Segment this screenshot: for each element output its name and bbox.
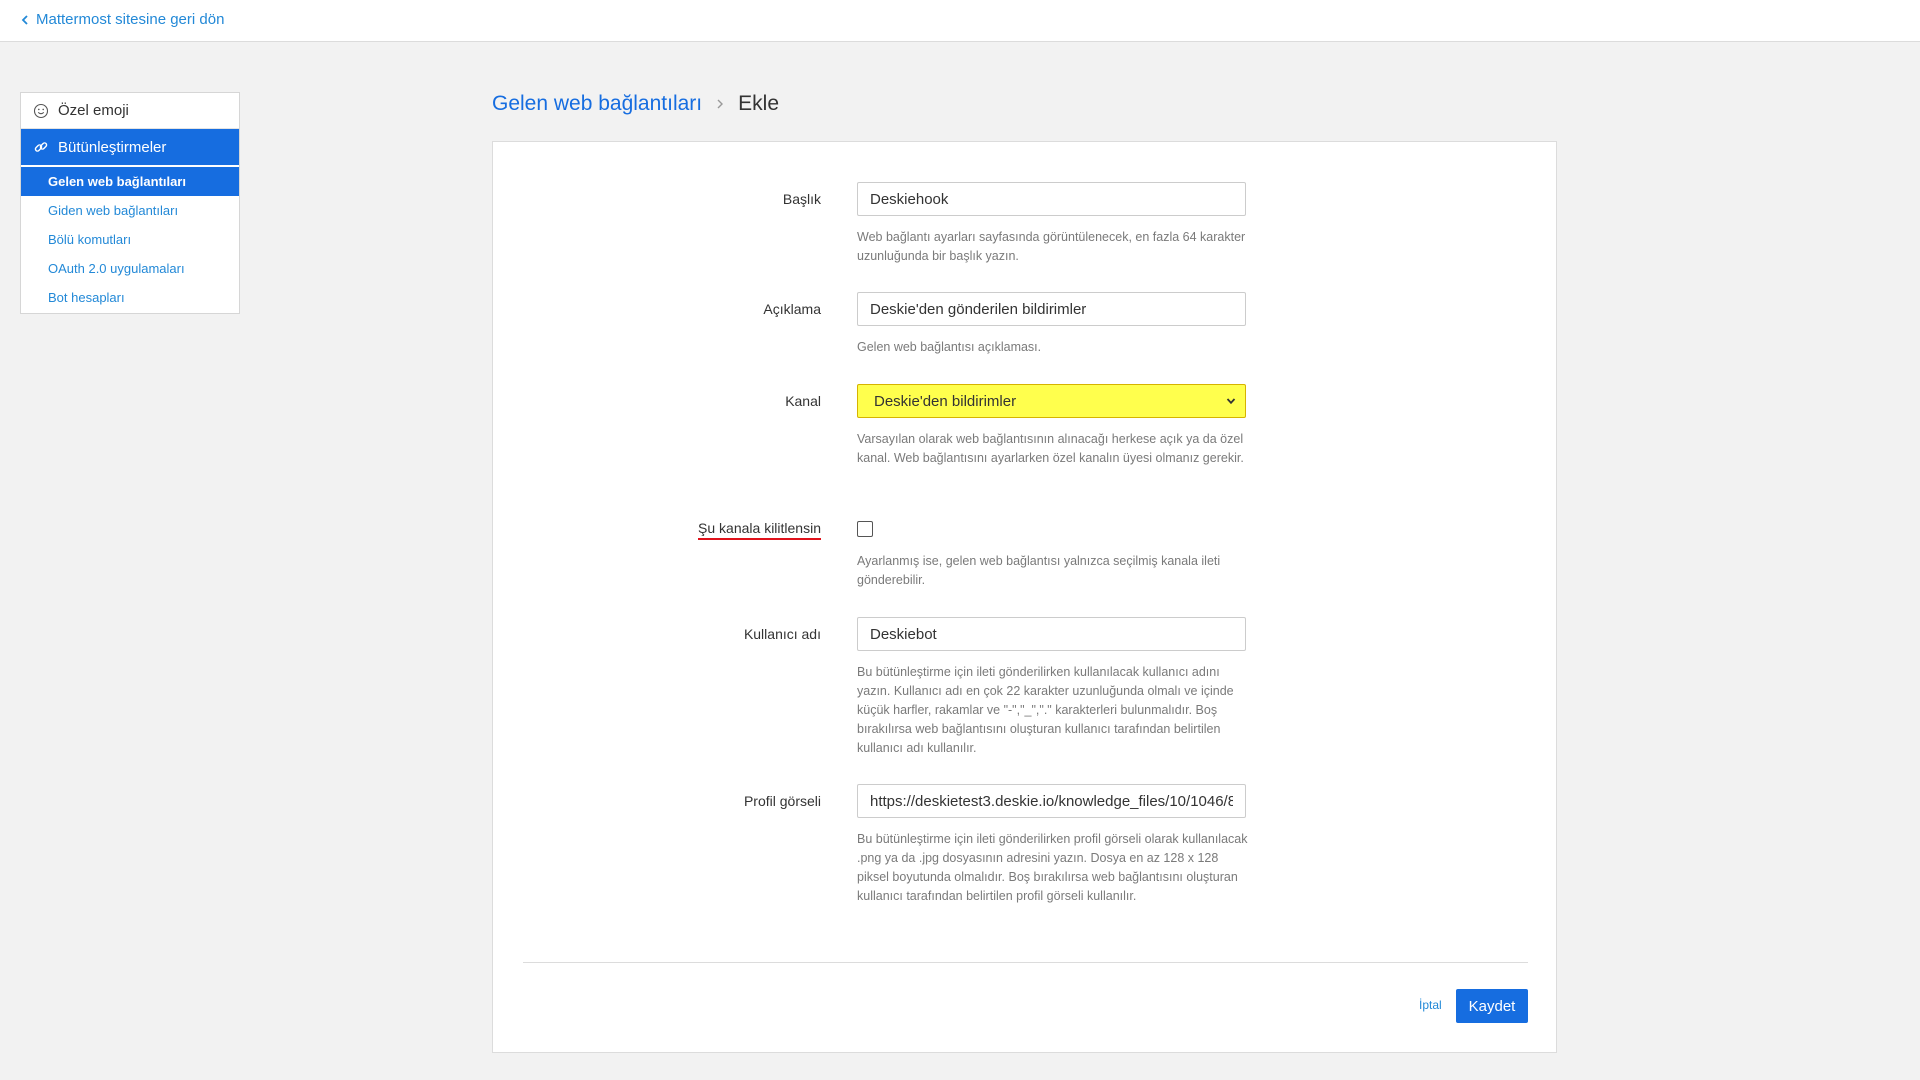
- title-control: Web bağlantı ayarları sayfasında görüntü…: [857, 182, 1246, 266]
- lock-channel-label: Şu kanala kilitlensin: [698, 520, 821, 540]
- username-control: Bu bütünleştirme için ileti gönderilirke…: [857, 617, 1246, 758]
- sidebar-item-label: Giden web bağlantıları: [48, 203, 179, 218]
- chevron-left-icon: [21, 14, 28, 25]
- profile-image-help: Bu bütünleştirme için ileti gönderilirke…: [857, 832, 1248, 903]
- form-footer-divider: [523, 962, 1528, 963]
- lock-channel-checkbox[interactable]: [857, 521, 873, 537]
- back-link-label: Mattermost sitesine geri dön: [36, 11, 225, 28]
- breadcrumb: Gelen web bağlantıları Ekle: [492, 92, 779, 116]
- username-help: Bu bütünleştirme için ileti gönderilirke…: [857, 665, 1234, 755]
- sidebar-item-label: Gelen web bağlantıları: [48, 174, 186, 189]
- breadcrumb-parent-link[interactable]: Gelen web bağlantıları: [492, 92, 702, 116]
- sidebar-item-outgoing-webhooks[interactable]: Giden web bağlantıları: [21, 196, 239, 225]
- title-label: Başlık: [782, 191, 821, 207]
- sidebar-section-label: Özel emoji: [58, 102, 129, 119]
- link-icon: [34, 142, 48, 152]
- sidebar: Özel emoji Bütünleştirmeler Gelen web ba…: [20, 92, 240, 314]
- profile-image-input[interactable]: [857, 784, 1246, 818]
- description-label: Açıklama: [763, 301, 821, 317]
- channel-select[interactable]: Deskie'den bildirimler: [857, 384, 1246, 418]
- sidebar-item-label: Bölü komutları: [48, 232, 132, 247]
- profile-image-label: Profil görseli: [743, 793, 821, 809]
- channel-help: Varsayılan olarak web bağlantısının alın…: [857, 432, 1244, 465]
- smiley-icon: [33, 103, 49, 118]
- sidebar-item-slash-commands[interactable]: Bölü komutları: [21, 225, 239, 254]
- chevron-down-icon: [1226, 398, 1236, 405]
- webhook-form-panel: Başlık Web bağlantı ayarları sayfasında …: [492, 141, 1557, 1053]
- description-input[interactable]: [857, 292, 1246, 326]
- sidebar-item-label: OAuth 2.0 uygulamaları: [48, 261, 185, 276]
- channel-label: Kanal: [785, 393, 821, 409]
- save-button[interactable]: Kaydet: [1456, 989, 1528, 1023]
- username-input[interactable]: [857, 617, 1246, 651]
- channel-select-value: Deskie'den bildirimler: [874, 392, 1017, 410]
- sidebar-section-integrations[interactable]: Bütünleştirmeler: [21, 129, 239, 165]
- back-to-site-link[interactable]: Mattermost sitesine geri dön: [18, 11, 224, 28]
- sidebar-item-oauth-apps[interactable]: OAuth 2.0 uygulamaları: [21, 254, 239, 283]
- lock-channel-help: Ayarlanmış ise, gelen web bağlantısı yal…: [857, 554, 1221, 587]
- sidebar-item-label: Bot hesapları: [48, 290, 125, 305]
- channel-control: Deskie'den bildirimler Varsayılan olarak…: [857, 384, 1246, 468]
- sidebar-section-label: Bütünleştirmeler: [58, 138, 167, 156]
- cancel-link[interactable]: İptal: [1419, 998, 1442, 1012]
- profile-image-control: Bu bütünleştirme için ileti gönderilirke…: [857, 784, 1247, 906]
- sidebar-item-incoming-webhooks[interactable]: Gelen web bağlantıları: [21, 167, 239, 196]
- sidebar-section-custom-emoji[interactable]: Özel emoji: [21, 93, 239, 129]
- lock-channel-control: Ayarlanmış ise, gelen web bağlantısı yal…: [857, 520, 1246, 590]
- top-bar: Mattermost sitesine geri dön: [0, 0, 1920, 42]
- description-control: Gelen web bağlantısı açıklaması.: [857, 292, 1246, 357]
- title-input[interactable]: [857, 182, 1246, 216]
- title-help: Web bağlantı ayarları sayfasında görüntü…: [857, 230, 1246, 263]
- description-help: Gelen web bağlantısı açıklaması.: [857, 340, 1042, 354]
- sidebar-item-bot-accounts[interactable]: Bot hesapları: [21, 283, 239, 312]
- chevron-right-icon: [717, 99, 724, 109]
- username-label: Kullanıcı adı: [743, 626, 821, 642]
- breadcrumb-current: Ekle: [738, 92, 779, 115]
